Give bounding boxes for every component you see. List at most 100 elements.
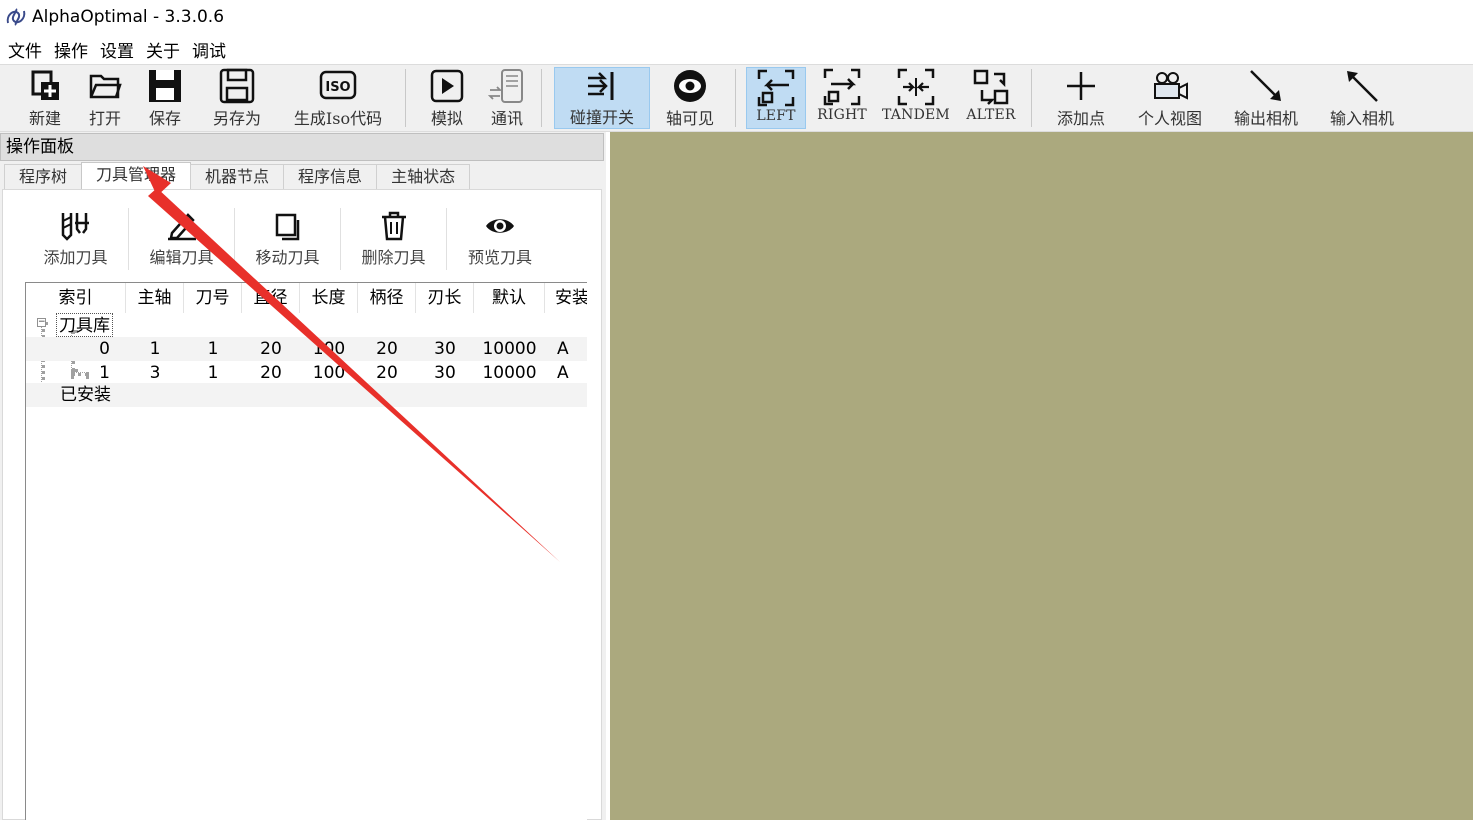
save-icon [149, 70, 181, 102]
trash-icon [381, 211, 406, 241]
cell-diameter: 20 [260, 363, 282, 383]
collision-icon [588, 72, 614, 100]
cell-spindle: 3 [149, 363, 161, 383]
plus-icon [1067, 72, 1095, 100]
import-camera-button[interactable]: 输入相机 [1322, 67, 1402, 129]
menu-file[interactable]: 文件 [8, 37, 42, 62]
collision-label: 碰撞开关 [569, 108, 634, 127]
left-mode-label: LEFT [756, 108, 796, 124]
column-header[interactable]: 刀号 [184, 283, 242, 313]
menu-about[interactable]: 关于 [146, 37, 180, 62]
tandem-mode-button[interactable]: TANDEM [880, 67, 952, 129]
open-button[interactable]: 打开 [80, 67, 130, 129]
menu-settings[interactable]: 设置 [100, 37, 134, 62]
preview-tool-button[interactable]: 预览刀具 [447, 208, 553, 270]
column-header[interactable]: 刃长 [416, 283, 474, 313]
alter-mode-label: ALTER [966, 107, 1016, 123]
tool-actions: 添加刀具 编辑刀具 移动刀具 删除刀具 预览刀具 [23, 208, 553, 270]
toolbar-group-file: 新建 打开 保存 另存为 ISO 生成Iso代码 [4, 65, 406, 131]
left-mode-button[interactable]: LEFT [746, 67, 806, 129]
cell-length: 100 [312, 363, 346, 383]
column-header[interactable]: 主轴 [126, 283, 184, 313]
right-mode-button[interactable]: RIGHT [812, 67, 872, 129]
iso-icon: ISO [319, 70, 357, 100]
toolbar-separator [405, 69, 406, 127]
column-header[interactable]: 直径 [242, 283, 300, 313]
export-camera-button[interactable]: 输出相机 [1226, 67, 1306, 129]
move-tool-button[interactable]: 移动刀具 [235, 208, 341, 270]
simulate-label: 模拟 [430, 109, 463, 128]
add-point-label: 添加点 [1056, 109, 1105, 128]
table-header: 索引 主轴 刀号 直径 长度 柄径 刃长 默认 安装 [26, 283, 587, 313]
video-camera-icon [1154, 72, 1188, 100]
arrow-down-right-icon [1250, 70, 1281, 101]
new-label: 新建 [28, 109, 61, 128]
drill-bits-icon [61, 213, 89, 241]
cell-blade-length: 30 [434, 363, 456, 383]
installed-label: 已安装 [60, 385, 111, 405]
column-header[interactable]: 安装 [545, 283, 587, 313]
collapse-toggle-icon[interactable]: − [37, 318, 46, 327]
cell-diameter: 20 [260, 339, 282, 359]
personal-view-button[interactable]: 个人视图 [1130, 67, 1210, 129]
eye-icon [486, 219, 514, 233]
cell-shank-diameter: 20 [376, 339, 398, 359]
tab-machine-nodes[interactable]: 机器节点 [190, 164, 285, 189]
column-header[interactable]: 索引 [26, 283, 126, 313]
edit-tool-label: 编辑刀具 [149, 248, 214, 267]
table-row[interactable]: 1 3 1 20 100 20 30 10000 A [26, 361, 587, 385]
tree-node-library[interactable]: 刀具库 [56, 313, 113, 337]
edit-tool-button[interactable]: 编辑刀具 [129, 208, 235, 270]
title-bar: AlphaOptimal - 3.3.0.6 [0, 0, 1473, 34]
tree-node-installed[interactable]: 已安装 [26, 383, 587, 407]
svg-text:ISO: ISO [325, 80, 350, 95]
new-button[interactable]: 新建 [20, 67, 70, 129]
cell-index: 1 [99, 363, 110, 383]
cell-tool-number: 1 [207, 363, 219, 383]
eye-icon [674, 70, 706, 102]
cell-spindle: 1 [149, 339, 161, 359]
generate-iso-button[interactable]: ISO 生成Iso代码 [286, 67, 390, 129]
alter-mode-button[interactable]: ALTER [960, 67, 1022, 129]
toolbar-group-view: 添加点 个人视图 输出相机 输入相机 [1036, 65, 1416, 131]
toolbar: 新建 打开 保存 另存为 ISO 生成Iso代码 模拟 通讯 碰撞开关 轴可见 … [0, 64, 1473, 132]
personal-view-label: 个人视图 [1137, 109, 1202, 128]
column-header[interactable]: 柄径 [358, 283, 416, 313]
menu-debug[interactable]: 调试 [192, 37, 226, 62]
cell-tool-number: 1 [207, 339, 219, 359]
cell-installed: A [557, 363, 569, 383]
cell-length: 100 [312, 339, 346, 359]
tab-tool-manager[interactable]: 刀具管理器 [81, 162, 192, 189]
table-row[interactable]: 0 1 1 20 100 20 30 10000 A [26, 337, 587, 361]
3d-viewport[interactable] [610, 132, 1473, 820]
tab-spindle-status[interactable]: 主轴状态 [376, 164, 471, 189]
import-camera-label: 输入相机 [1329, 109, 1394, 128]
tab-program-info[interactable]: 程序信息 [283, 164, 378, 189]
tool-tree-table[interactable]: 索引 主轴 刀号 直径 长度 柄径 刃长 默认 安装 − 刀具库 0 1 1 2… [25, 282, 587, 820]
add-tool-button[interactable]: 添加刀具 [23, 208, 129, 270]
operation-panel: 操作面板 程序树 刀具管理器 机器节点 程序信息 主轴状态 添加刀具 编辑刀具 … [0, 132, 606, 820]
communication-label: 通讯 [490, 109, 523, 128]
column-header[interactable]: 长度 [300, 283, 358, 313]
arrow-up-left-icon [1347, 71, 1378, 102]
save-as-button[interactable]: 另存为 [204, 67, 270, 129]
folder-open-icon [89, 74, 122, 99]
pencil-icon [167, 213, 196, 241]
cell-shank-diameter: 20 [376, 363, 398, 383]
collision-toggle-button[interactable]: 碰撞开关 [554, 67, 650, 129]
axis-visible-button[interactable]: 轴可见 [658, 67, 722, 129]
add-point-button[interactable]: 添加点 [1050, 67, 1112, 129]
tool-manager-body: 添加刀具 编辑刀具 移动刀具 删除刀具 预览刀具 索引 主轴 刀号 直径 长度 … [2, 189, 602, 820]
menu-operate[interactable]: 操作 [54, 37, 88, 62]
open-label: 打开 [88, 109, 121, 128]
simulate-button[interactable]: 模拟 [422, 67, 472, 129]
cell-blade-length: 30 [434, 339, 456, 359]
save-button[interactable]: 保存 [140, 67, 190, 129]
app-logo-icon [6, 8, 26, 26]
column-header[interactable]: 默认 [474, 283, 545, 313]
communication-button[interactable]: 通讯 [482, 67, 532, 129]
delete-tool-label: 删除刀具 [361, 248, 426, 267]
device-sync-icon [488, 69, 523, 103]
delete-tool-button[interactable]: 删除刀具 [341, 208, 447, 270]
tab-program-tree[interactable]: 程序树 [4, 164, 83, 189]
